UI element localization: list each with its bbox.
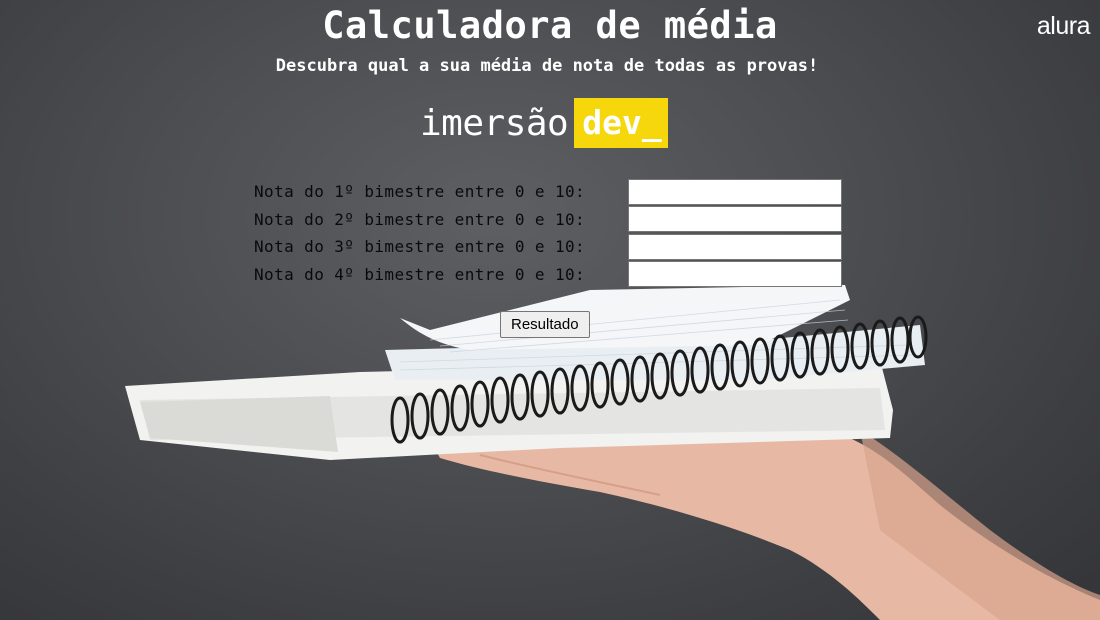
grade-3-label: Nota do 3º bimestre entre 0 e 10:	[254, 237, 586, 257]
grade-row-4: Nota do 4º bimestre entre 0 e 10:	[254, 261, 842, 289]
imersao-word: imersão	[420, 102, 569, 144]
grade-row-2: Nota do 2º bimestre entre 0 e 10:	[254, 206, 842, 234]
grade-2-input[interactable]	[628, 206, 842, 233]
grade-1-input[interactable]	[628, 178, 842, 205]
grade-2-label: Nota do 2º bimestre entre 0 e 10:	[254, 209, 586, 229]
grade-4-label: Nota do 4º bimestre entre 0 e 10:	[254, 264, 586, 284]
grade-1-label: Nota do 1º bimestre entre 0 e 10:	[254, 182, 586, 202]
imersao-dev-logo: imersão dev_	[420, 98, 668, 148]
grades-form: Nota do 1º bimestre entre 0 e 10: Nota d…	[254, 178, 842, 288]
grade-4-input[interactable]	[628, 261, 842, 288]
grade-row-1: Nota do 1º bimestre entre 0 e 10:	[254, 178, 842, 206]
result-button[interactable]: Resultado	[500, 311, 590, 338]
grade-3-input[interactable]	[628, 233, 842, 260]
page-title: Calculadora de média	[322, 4, 778, 47]
dev-badge: dev_	[574, 98, 668, 148]
page-subtitle: Descubra qual a sua média de nota de tod…	[275, 56, 819, 76]
background-photo	[125, 285, 1100, 620]
alura-logo: alura	[1036, 12, 1091, 40]
grade-row-3: Nota do 3º bimestre entre 0 e 10:	[254, 233, 842, 261]
